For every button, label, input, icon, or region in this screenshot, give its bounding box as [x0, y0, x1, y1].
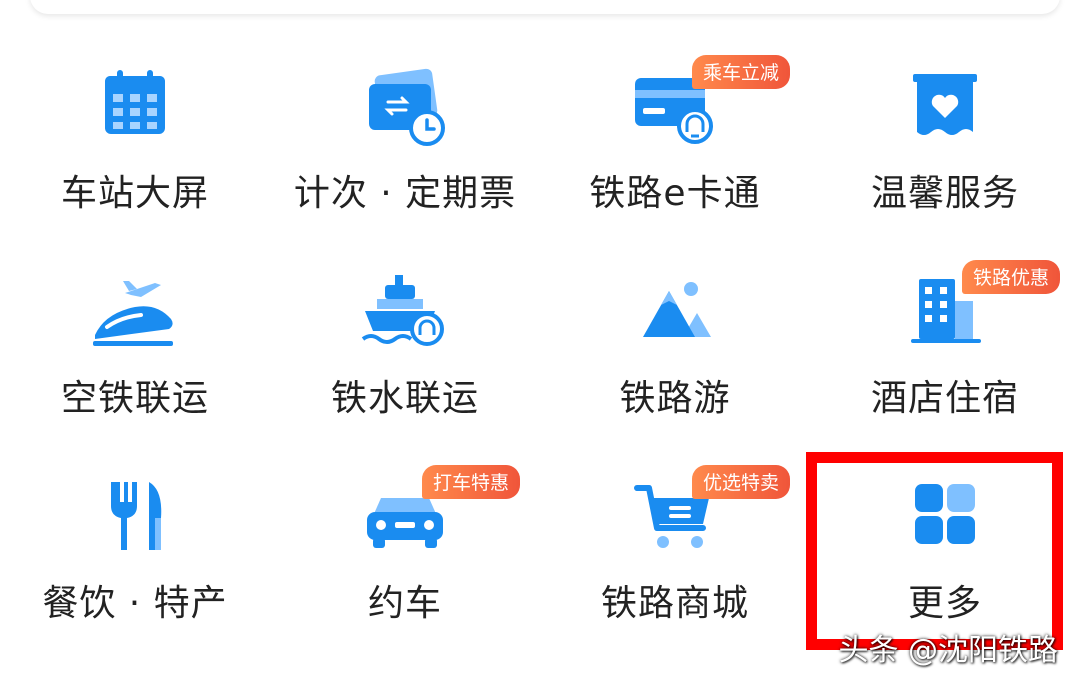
ticket-clock-icon [355, 62, 455, 152]
top-card [30, 0, 1060, 14]
tile-label: 铁路e卡通 [589, 173, 761, 214]
service-grid: 车站大屏 计次 · 定期票 乘车立减 铁路e卡通 温馨服务 空铁联运 铁水联运 … [0, 40, 1080, 655]
tile-label: 酒店住宿 [870, 378, 1019, 419]
tile-label: 铁路商城 [600, 583, 749, 624]
heart-box-icon [895, 62, 995, 152]
tile-label: 更多 [907, 583, 982, 624]
tile-label: 温馨服务 [870, 173, 1019, 214]
promo-badge: 优选特卖 [692, 465, 791, 499]
tile-warm-service[interactable]: 温馨服务 [810, 40, 1080, 245]
tile-rail-water[interactable]: 铁水联运 [270, 245, 540, 450]
tile-count-ticket[interactable]: 计次 · 定期票 [270, 40, 540, 245]
tile-rail-card[interactable]: 乘车立减 铁路e卡通 [540, 40, 810, 245]
promo-badge: 乘车立减 [692, 55, 791, 89]
tile-food[interactable]: 餐饮 · 特产 [0, 450, 270, 655]
ship-train-icon [355, 267, 455, 357]
tile-label: 铁水联运 [330, 378, 479, 419]
tile-label: 餐饮 · 特产 [42, 583, 228, 624]
tile-label: 车站大屏 [60, 173, 209, 214]
tile-air-rail[interactable]: 空铁联运 [0, 245, 270, 450]
watermark: 头条 @沈阳铁路 [838, 633, 1058, 668]
calendar-icon [85, 62, 185, 152]
tile-hotel[interactable]: 铁路优惠 酒店住宿 [810, 245, 1080, 450]
tile-rail-travel[interactable]: 铁路游 [540, 245, 810, 450]
tile-rail-mall[interactable]: 优选特卖 铁路商城 [540, 450, 810, 655]
promo-badge: 铁路优惠 [962, 260, 1061, 294]
more-grid-icon [895, 472, 995, 562]
tile-label: 计次 · 定期票 [293, 173, 517, 214]
mountain-icon [625, 267, 725, 357]
tile-label: 空铁联运 [60, 378, 209, 419]
tile-station-screen[interactable]: 车站大屏 [0, 40, 270, 245]
fork-knife-icon [85, 472, 185, 562]
tile-label: 铁路游 [619, 378, 731, 419]
plane-train-icon [85, 267, 185, 357]
promo-badge: 打车特惠 [422, 465, 521, 499]
tile-car[interactable]: 打车特惠 约车 [270, 450, 540, 655]
tile-label: 约车 [367, 583, 442, 624]
